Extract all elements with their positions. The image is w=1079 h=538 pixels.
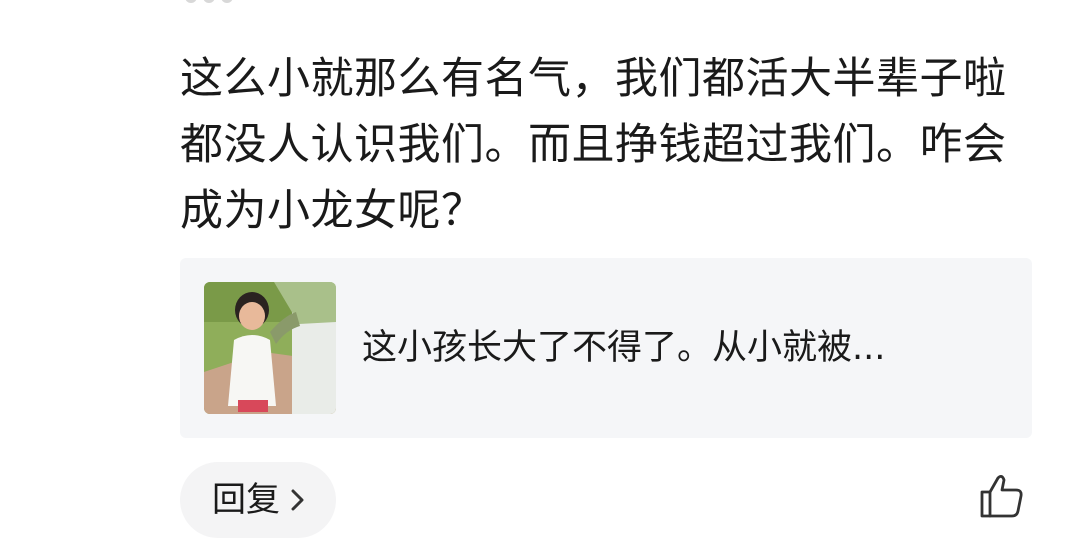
- chevron-right-icon: [288, 485, 308, 515]
- like-button[interactable]: [978, 472, 1026, 520]
- previous-item-fragment: [185, 0, 255, 10]
- reply-label: 回复: [212, 480, 280, 520]
- reply-button[interactable]: 回复: [180, 462, 336, 538]
- quoted-post-thumbnail: [204, 282, 336, 414]
- comment-text: 这么小就那么有名气，我们都活大半辈子啦都没人认识我们。而且挣钱超过我们。咋会成为…: [180, 54, 1007, 236]
- thumbs-up-icon: [978, 475, 1026, 524]
- quoted-post-text: 这小孩长大了不得了。从小就被...: [362, 328, 886, 368]
- quoted-post-card[interactable]: 这小孩长大了不得了。从小就被...: [180, 258, 1032, 438]
